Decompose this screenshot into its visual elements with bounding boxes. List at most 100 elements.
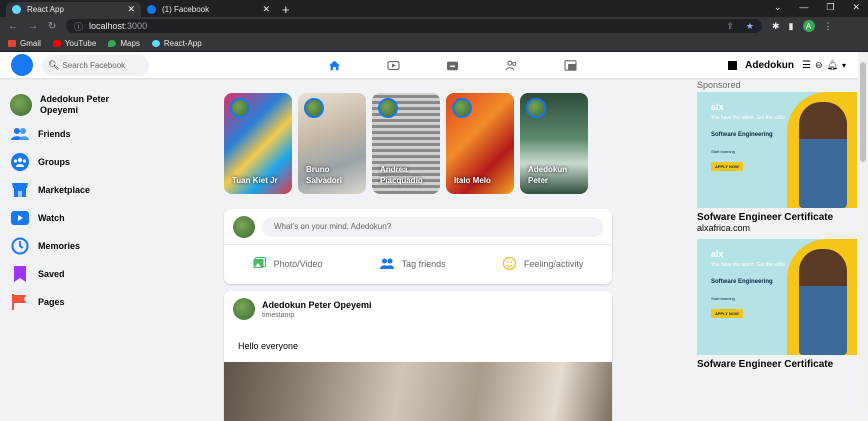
avatar [10,94,32,116]
ad-subtext: Start learning [711,149,735,154]
bookmark-label: React-App [163,38,202,48]
messenger-icon[interactable]: ⊖ [815,60,823,71]
ad-title[interactable]: Sofware Engineer Certificate [697,212,857,223]
minimize-icon[interactable]: — [799,2,808,13]
sidebar-item-profile[interactable]: Adedokun Peter Opeyemi [10,90,210,120]
sidebar-item-saved[interactable]: Saved [10,260,210,288]
sidebar-item-watch[interactable]: Watch [10,204,210,232]
story-avatar [452,98,472,118]
new-tab-icon[interactable]: + [282,2,290,17]
ad-title[interactable]: Sofware Engineer Certificate [697,359,857,370]
tab-react-app[interactable]: React App ✕ [6,2,141,17]
reload-icon[interactable]: ↻ [48,21,56,32]
address-bar-row: ← → ↻ ⓘ localhost:3000 ⇪ ★ ✱ ▮ A ⋮ [0,17,868,35]
close-icon[interactable]: ✕ [262,4,270,15]
story-card[interactable]: Bruno Salvadori [298,93,366,194]
bookmark-youtube[interactable]: YouTube [52,39,96,48]
apply-now-button[interactable]: APPLY NOW [711,309,743,318]
tag-friends-button[interactable]: Tag friends [379,258,446,271]
sidebar-item-marketplace[interactable]: Marketplace [10,176,210,204]
sidebar-item-pages[interactable]: Pages [10,288,210,316]
tab-title: (1) Facebook [162,5,210,14]
nav-watch[interactable] [364,52,423,78]
account-dropdown-icon[interactable]: ▾ [842,61,846,70]
avatar[interactable] [233,298,255,320]
sidebar-item-friends[interactable]: Friends [10,120,210,148]
url-field[interactable]: ⓘ localhost:3000 ⇪ ★ [66,19,762,33]
forward-icon[interactable]: → [28,21,38,32]
nav-home[interactable] [305,52,364,78]
alx-logo: alx [711,102,724,112]
composer-actions: Photo/Video Tag friends Feeling/activity [224,245,612,283]
extensions-icon[interactable]: ✱ [772,21,780,32]
sidebar-item-label: Groups [38,157,71,167]
sidebar-item-groups[interactable]: Groups [10,148,210,176]
header-username[interactable]: Adedokun [745,60,794,71]
post-author[interactable]: Adedokun Peter Opeyemi [262,300,372,310]
stories-row: Tuan Kiet Jr Bruno Salvadori Andrea Piac… [224,93,588,194]
close-icon[interactable]: ✕ [127,4,135,15]
story-card[interactable]: Andrea Piacquadio [372,93,440,194]
post-composer: What's on your mind, Adedokun? Photo/Vid… [224,209,612,284]
page-scrollbar[interactable] [858,52,868,413]
flag-icon[interactable] [728,60,738,70]
ad-tagline: You have the talent. Get the skills [711,262,786,268]
story-name: Adedokun Peter [528,165,568,185]
sidebar-item-memories[interactable]: Memories [10,232,210,260]
facebook-logo[interactable] [11,54,33,76]
nav-gaming[interactable] [541,52,600,78]
photo-icon [253,257,266,271]
tab-strip: React App ✕ (1) Facebook ✕ + [0,0,868,17]
bookmark-react-app[interactable]: React-App [151,38,202,48]
nav-marketplace[interactable] [423,52,482,78]
info-icon[interactable]: ⓘ [74,20,83,33]
ad-course: Software Engineering [711,279,773,285]
sponsored-label: Sponsored [697,80,741,90]
sidepanel-icon[interactable]: ▮ [789,21,794,32]
story-avatar [304,98,324,118]
bookmark-star-icon[interactable]: ★ [746,21,754,32]
story-card[interactable]: Tuan Kiet Jr [224,93,292,194]
tab-facebook[interactable]: (1) Facebook ✕ [141,2,276,17]
post-timestamp: timestamp [262,311,295,319]
action-label: Feeling/activity [523,259,584,269]
story-card[interactable]: Italo Melo [446,93,514,194]
ad-image[interactable]: alx You have the talent. Get the skills … [697,92,857,208]
sidebar-item-label: Adedokun Peter Opeyemi [40,94,110,115]
share-icon[interactable]: ⇪ [726,21,734,32]
photo-video-button[interactable]: Photo/Video [253,257,322,271]
ad-image[interactable]: alx You have the talent. Get the skills … [697,239,857,355]
apply-now-button[interactable]: APPLY NOW [711,162,743,171]
restore-icon[interactable]: ❐ [826,2,834,13]
nav-groups[interactable] [482,52,541,78]
menu-kebab-icon[interactable]: ⋮ [824,21,833,32]
avatar [233,215,255,238]
people-icon [505,60,517,70]
bookmark-gmail[interactable]: Gmail [8,39,41,48]
post-text: Hello everyone [238,341,299,351]
ad-course: Software Engineering [711,132,773,138]
post-image[interactable] [224,362,612,421]
bookmark-maps[interactable]: Maps [108,39,140,48]
alx-logo: alx [711,249,724,259]
back-icon[interactable]: ← [8,21,18,32]
notifications-icon[interactable]: 🔔︎ [827,60,838,71]
ad-site[interactable]: alxafrica.com [697,223,857,233]
scrollbar-thumb[interactable] [860,62,866,162]
search-bar[interactable]: 🔍︎ Search Facebook [42,54,149,76]
feeling-activity-button[interactable]: Feeling/activity [502,256,584,272]
post-header: Adedokun Peter Opeyemi timestamp [224,291,612,327]
search-input[interactable]: Search Facebook [62,61,125,70]
youtube-icon [52,39,61,47]
story-name: Andrea Piacquadio [380,165,423,185]
tag-friends-icon [379,258,394,271]
close-window-icon[interactable]: ✕ [852,2,860,13]
story-card[interactable]: Adedokun Peter [520,93,588,194]
menu-icon[interactable]: ☰ [802,60,811,71]
url-host: localhost [89,21,125,31]
story-avatar [230,98,250,118]
profile-avatar[interactable]: A [802,20,815,32]
status-input[interactable]: What's on your mind, Adedokun? [262,216,603,237]
groups-icon [10,152,30,172]
chevron-down-icon[interactable]: ⌄ [774,2,782,13]
